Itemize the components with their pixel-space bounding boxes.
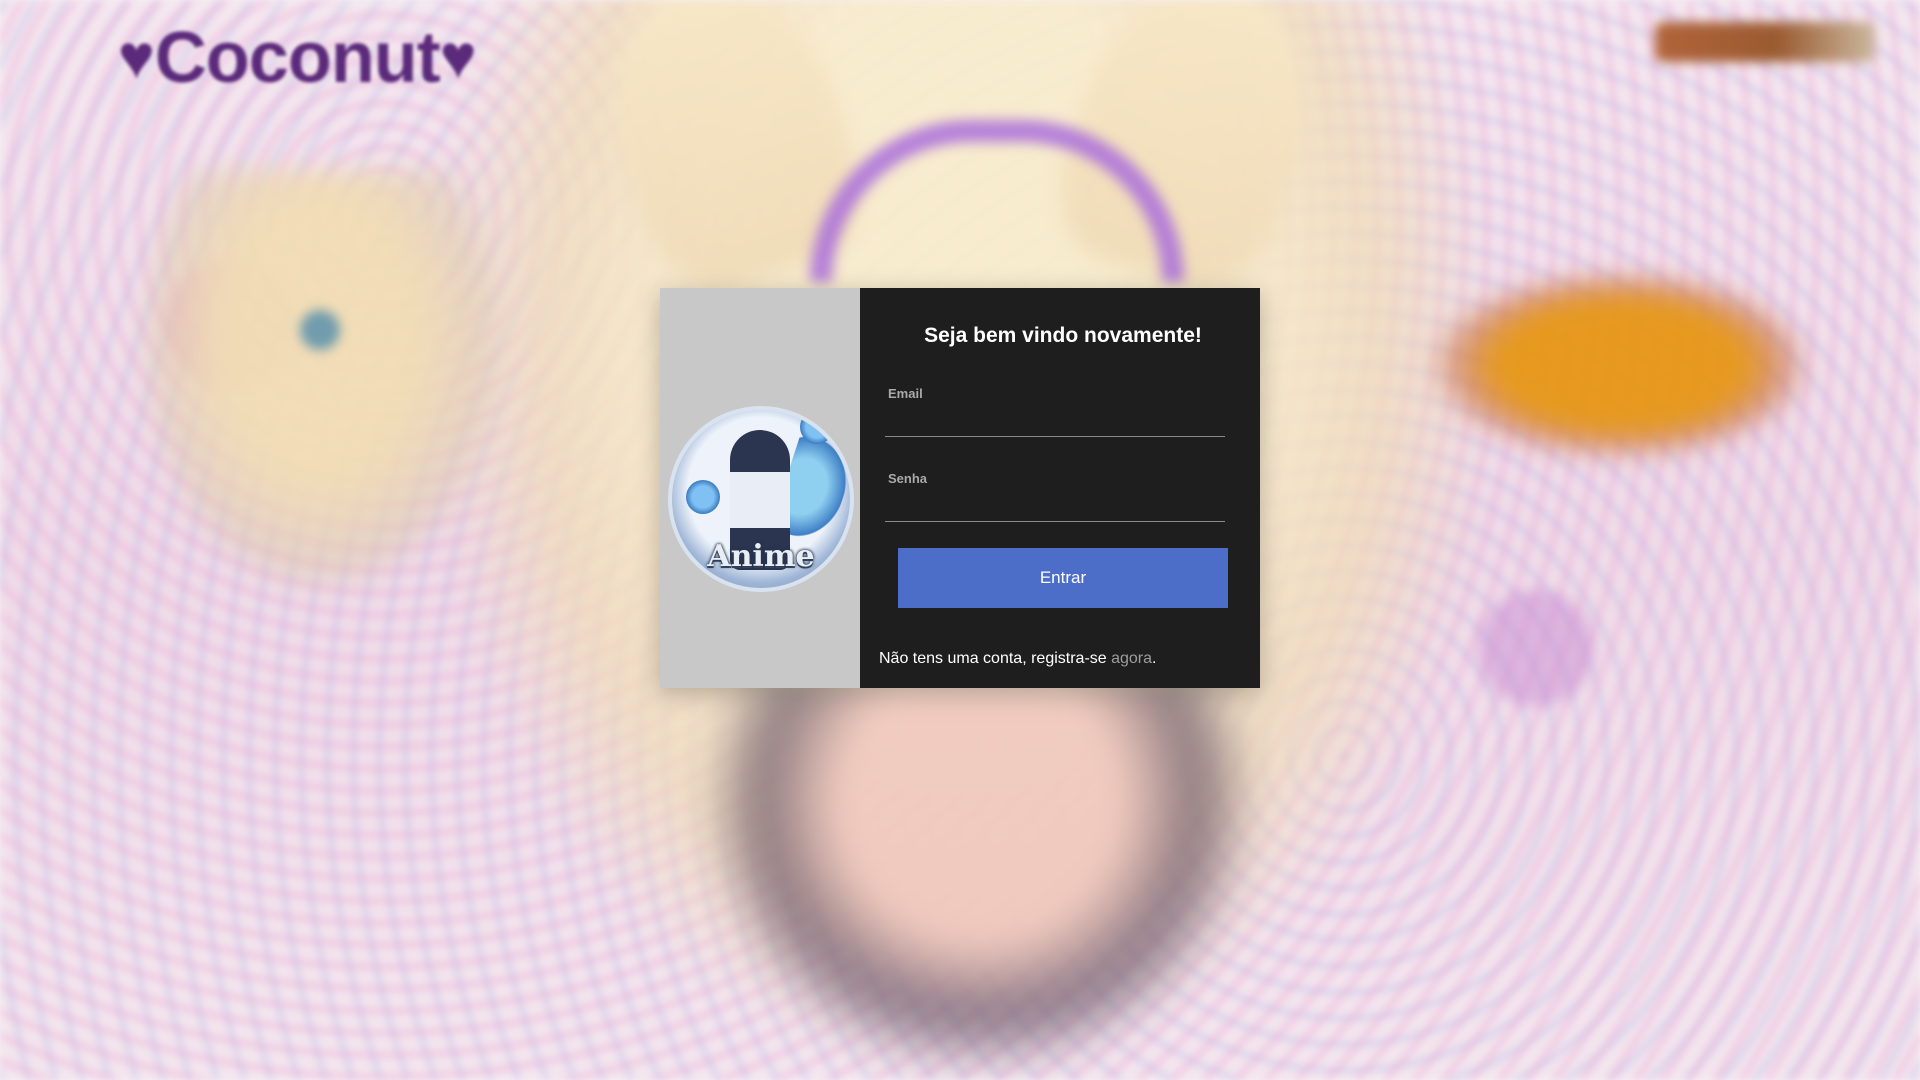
bg-chibi-character — [140, 170, 500, 590]
login-card-image-panel: Anime — [660, 288, 860, 688]
login-button[interactable]: Entrar — [898, 548, 1228, 608]
register-link[interactable]: agora — [1111, 650, 1152, 667]
register-prompt: Não tens uma conta, registra-se agora. — [879, 650, 1156, 668]
brand-logo: ♥ Coconut ♥ — [118, 18, 477, 98]
password-label: Senha — [888, 471, 928, 486]
avatar-label: Anime — [707, 539, 815, 574]
bg-character-dress — [700, 680, 1260, 1080]
top-right-badge — [1655, 22, 1875, 62]
brand-name: Coconut — [154, 18, 441, 98]
login-card: Anime Seja bem vindo novamente! Email Se… — [660, 288, 1260, 688]
heart-icon: ♥ — [439, 23, 477, 92]
bg-chibi-eye — [300, 310, 340, 350]
blue-rose-shape — [686, 480, 720, 514]
anime-avatar-image: Anime — [668, 406, 854, 592]
email-field-group: Email — [885, 386, 1225, 437]
password-field-group: Senha — [885, 471, 1225, 522]
login-title: Seja bem vindo novamente! — [924, 324, 1202, 347]
register-text: Não tens uma conta, registra-se — [879, 650, 1112, 667]
login-form: Seja bem vindo novamente! Email Senha En… — [860, 288, 1260, 688]
heart-icon: ♥ — [118, 23, 155, 92]
blue-rose-shape — [800, 410, 834, 444]
password-input[interactable] — [885, 488, 1225, 522]
email-label: Email — [888, 386, 923, 401]
email-input[interactable] — [885, 403, 1225, 437]
bg-japanese-logo — [1430, 270, 1810, 460]
register-suffix: . — [1152, 650, 1157, 667]
